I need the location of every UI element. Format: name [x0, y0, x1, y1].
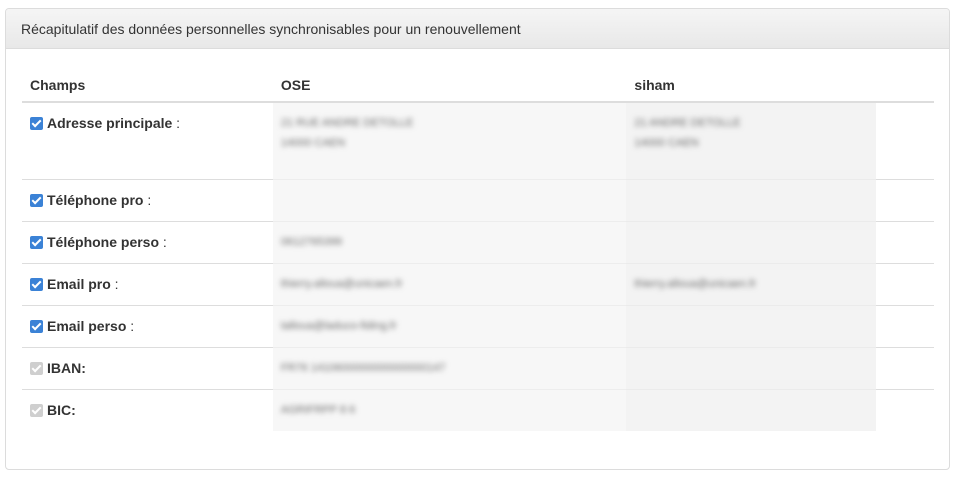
ose-value-cell: thierry.alloua@unicaen.fr — [272, 262, 627, 305]
siham-value-cell — [626, 178, 876, 221]
field-cell: Téléphone pro : — [22, 178, 273, 221]
field-cell: BIC: — [22, 388, 273, 431]
field-suffix: : — [159, 233, 167, 250]
table-header-row: Champs OSE siham — [22, 69, 934, 103]
ose-value-line: talloua@laduco-fiding.fr — [280, 319, 397, 332]
field-label: Email perso — [47, 317, 127, 334]
table-row: IBAN: FR76 1410600000000000000147 — [22, 346, 934, 389]
ose-value-cell: 21 RUE ANDRE DETOLLE 14000 CAEN — [272, 101, 627, 179]
table-row: Email perso : talloua@laduco-fiding.fr — [22, 304, 934, 347]
siham-value-line: 21 ANDRE DETOLLE — [634, 117, 741, 129]
checkbox-checked-icon[interactable] — [30, 117, 43, 130]
ose-value-line: AGRIFRPP 8 6 — [280, 403, 356, 416]
checkbox-checked-icon[interactable] — [30, 235, 43, 249]
table-row: Téléphone pro : — [22, 178, 934, 221]
field-label: BIC: — [47, 401, 76, 418]
table-row: BIC: AGRIFRPP 8 6 — [22, 388, 934, 431]
field-label: IBAN: — [47, 359, 86, 376]
row-spacer — [875, 220, 934, 263]
checkbox-disabled-icon — [30, 361, 43, 375]
row-spacer — [875, 388, 934, 431]
table-row: Adresse principale : 21 RUE ANDRE DETOLL… — [22, 101, 934, 179]
siham-value-line: 14000 CAEN — [634, 137, 699, 149]
sync-data-table: Champs OSE siham Adresse principale : 21… — [22, 69, 934, 431]
table-body: Adresse principale : 21 RUE ANDRE DETOLL… — [22, 101, 934, 431]
ose-value-line: 0612765399 — [280, 235, 343, 248]
checkbox-disabled-icon — [30, 403, 43, 417]
header-champs: Champs — [22, 69, 273, 103]
ose-value-cell: FR76 1410600000000000000147 — [272, 346, 627, 389]
table-row: Email pro : thierry.alloua@unicaen.fr th… — [22, 262, 934, 305]
checkbox-checked-icon[interactable] — [30, 277, 43, 291]
field-suffix: : — [110, 275, 119, 292]
field-cell: Adresse principale : — [22, 101, 273, 179]
row-spacer — [875, 262, 934, 305]
checkbox-checked-icon[interactable] — [30, 193, 43, 207]
field-label: Téléphone perso — [47, 233, 160, 250]
ose-value-line: 21 RUE ANDRE DETOLLE — [280, 117, 414, 129]
sync-summary-panel: Récapitulatif des données personnelles s… — [5, 8, 950, 470]
row-spacer — [875, 178, 934, 221]
siham-value-cell: 21 ANDRE DETOLLE 14000 CAEN — [626, 101, 876, 179]
field-cell: Téléphone perso : — [22, 220, 273, 263]
field-label: Téléphone pro — [47, 191, 144, 208]
header-siham: siham — [626, 69, 876, 103]
panel-title: Récapitulatif des données personnelles s… — [6, 9, 949, 49]
ose-value-cell: talloua@laduco-fiding.fr — [272, 304, 627, 347]
row-spacer — [875, 304, 934, 347]
siham-value-line: thierry.alloua@unicaen.fr — [634, 277, 757, 290]
field-cell: Email perso : — [22, 304, 273, 347]
checkbox-checked-icon[interactable] — [30, 319, 43, 333]
row-spacer — [875, 101, 934, 179]
siham-value-cell — [626, 388, 876, 431]
field-cell: Email pro : — [22, 262, 273, 305]
ose-value-cell — [272, 178, 627, 221]
ose-value-cell: 0612765399 — [272, 220, 627, 263]
row-spacer — [875, 346, 934, 389]
siham-value-cell: thierry.alloua@unicaen.fr — [626, 262, 876, 305]
siham-value-cell — [626, 346, 876, 389]
field-suffix: : — [172, 115, 181, 131]
field-suffix: : — [126, 317, 135, 334]
siham-value-cell — [626, 220, 876, 263]
header-ose: OSE — [272, 69, 627, 103]
field-suffix: : — [143, 191, 152, 208]
ose-value-cell: AGRIFRPP 8 6 — [272, 388, 627, 431]
ose-value-line: thierry.alloua@unicaen.fr — [280, 277, 403, 290]
field-label: Adresse principale — [47, 115, 173, 131]
ose-value-line: FR76 1410600000000000000147 — [280, 361, 446, 374]
field-cell: IBAN: — [22, 346, 273, 389]
table-row: Téléphone perso : 0612765399 — [22, 220, 934, 263]
field-label: Email pro — [47, 275, 111, 292]
siham-value-cell — [626, 304, 876, 347]
ose-value-line: 14000 CAEN — [280, 137, 346, 149]
header-spacer — [875, 69, 934, 103]
